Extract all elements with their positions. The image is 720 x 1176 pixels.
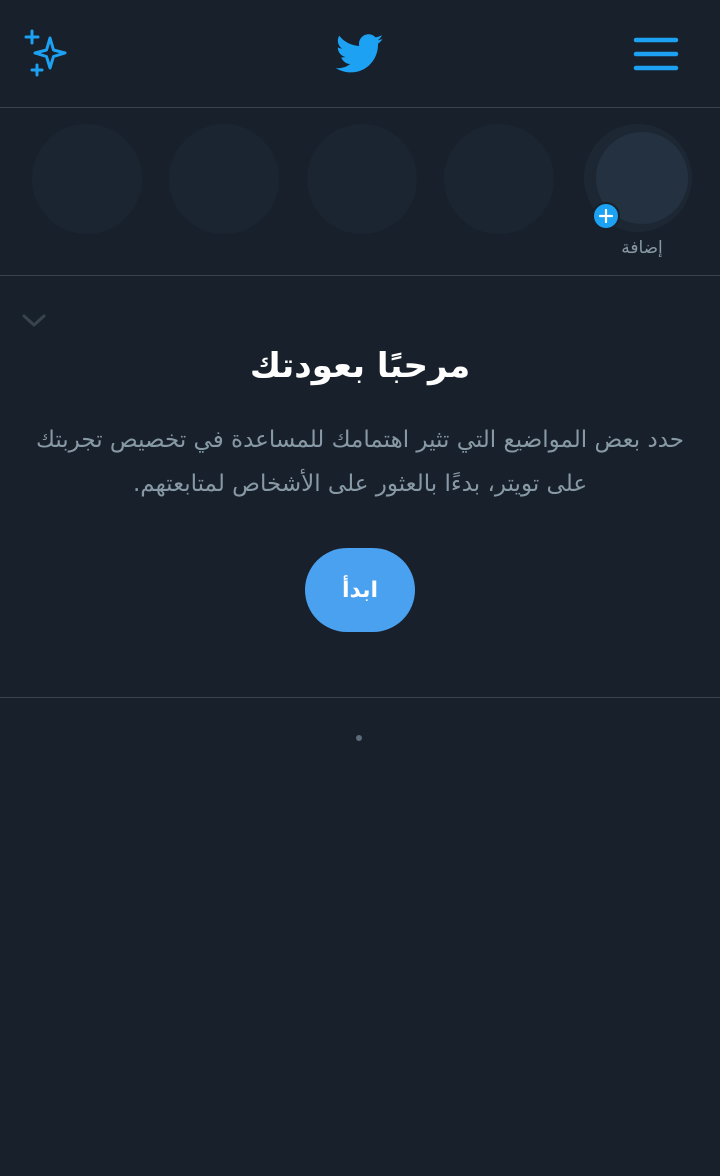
welcome-title: مرحبًا بعودتك	[249, 346, 471, 386]
add-fleet-button[interactable]: إضافة	[582, 122, 694, 262]
sparkle-icon[interactable]	[20, 26, 76, 82]
fleet-placeholder	[32, 124, 142, 234]
fleets-bar: إضافة	[0, 108, 720, 276]
chevron-down-icon[interactable]	[20, 306, 48, 334]
fleet-placeholder	[169, 124, 279, 234]
start-button[interactable]: ابدأ	[305, 548, 415, 632]
hamburger-menu-icon[interactable]	[628, 26, 684, 82]
add-fleet-label: إضافة	[621, 238, 663, 258]
top-navigation-bar	[0, 0, 720, 108]
loading-indicator	[356, 735, 362, 741]
welcome-description: حدد بعض المواضيع التي تثير اهتمامك للمسا…	[35, 427, 685, 497]
welcome-card: مرحبًا بعودتك حدد بعض المواضيع التي تثير…	[0, 276, 720, 698]
fleet-placeholder	[444, 124, 554, 234]
fleet-placeholder	[307, 124, 417, 234]
plus-icon	[592, 202, 620, 230]
twitter-bird-icon[interactable]	[334, 28, 386, 80]
